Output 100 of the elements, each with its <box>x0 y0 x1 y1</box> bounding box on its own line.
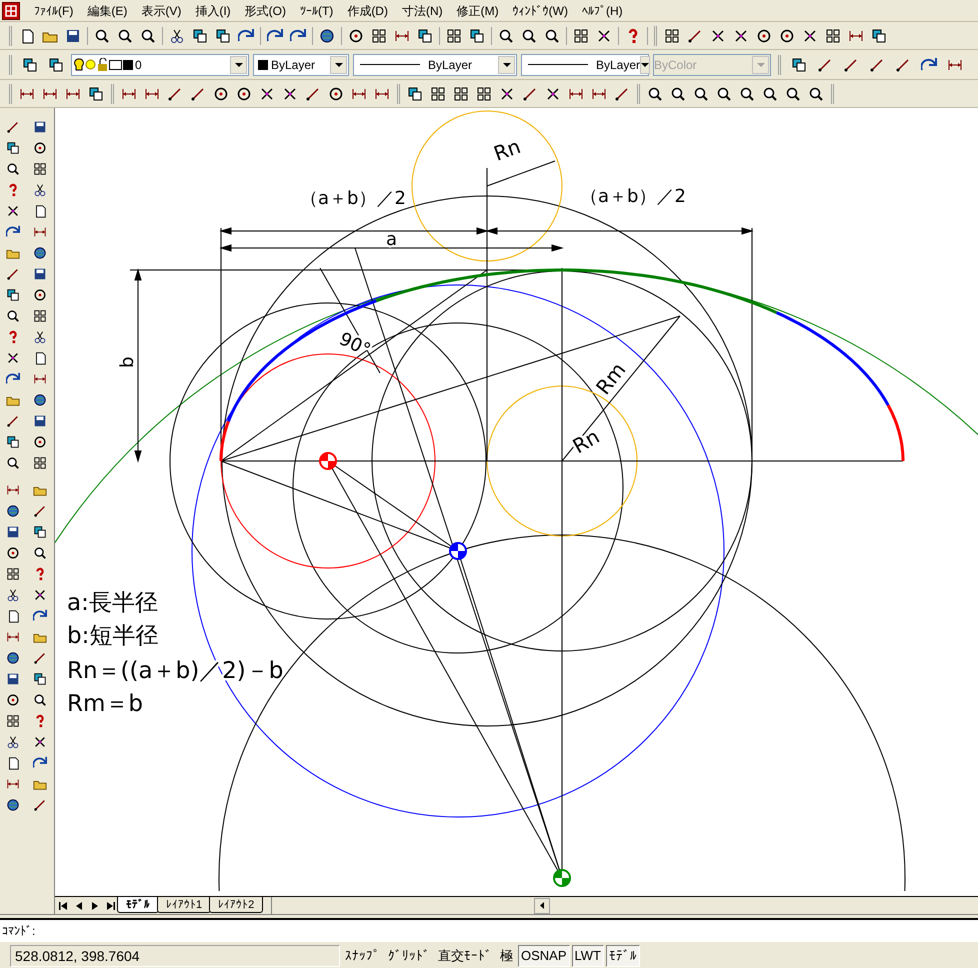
menu-item[interactable]: 表示(V) <box>141 2 182 20</box>
globe-icon <box>319 28 335 44</box>
combo-value: ByLayer <box>428 56 474 74</box>
status-toggle[interactable]: 極 <box>497 945 516 967</box>
menu-item[interactable]: ﾌｧｲﾙ(F) <box>34 2 74 20</box>
line-icon <box>687 28 703 44</box>
status-toggle[interactable]: OSNAP <box>518 945 570 967</box>
cross-icon <box>6 204 20 218</box>
lineweight-dropdown[interactable]: ByLayer <box>521 54 649 76</box>
magnifier-icon <box>670 86 686 102</box>
windows-icon <box>33 524 47 538</box>
arrow-icon <box>6 372 20 386</box>
layout-tab[interactable]: ﾓﾃﾞﾙ <box>117 897 159 913</box>
windows-icon <box>871 28 887 44</box>
magnifier-icon <box>808 86 824 102</box>
windows-icon <box>6 288 20 302</box>
magnifier-icon <box>544 28 560 44</box>
dimension-icon <box>6 630 20 644</box>
cross-icon <box>596 28 612 44</box>
dimension-label: b <box>117 356 138 368</box>
circle-icon <box>213 86 229 102</box>
menu-item[interactable]: 作成(D) <box>347 2 388 20</box>
cross-icon <box>6 350 20 364</box>
circle-icon <box>33 140 47 154</box>
left-arrow-icon <box>540 902 544 909</box>
line-icon <box>817 56 833 72</box>
menu-item[interactable]: 挿入(I) <box>195 2 231 20</box>
magnifier-icon <box>33 546 47 560</box>
magnifier-icon <box>94 28 110 44</box>
menu-item[interactable]: 寸法(N) <box>402 2 443 20</box>
grid-icon <box>33 308 47 322</box>
scroll-left-button[interactable] <box>534 898 550 914</box>
magnifier-icon <box>647 86 663 102</box>
layer-dropdown[interactable]: 0 <box>71 54 249 76</box>
layout-tab[interactable]: ﾚｲｱｳﾄ2 <box>209 897 264 913</box>
arrow-icon <box>267 28 283 44</box>
cross-icon <box>802 28 818 44</box>
magnifier-icon <box>716 86 732 102</box>
radius-label: Rn <box>568 424 604 458</box>
line-icon <box>33 798 47 812</box>
grid-icon <box>6 714 20 728</box>
legend-text: b:短半径 <box>67 623 158 649</box>
line-icon <box>843 56 859 72</box>
magnifier-icon <box>785 86 801 102</box>
status-toggle[interactable]: LWT <box>572 945 604 967</box>
status-toggle[interactable]: ｸﾞﾘｯﾄﾞ <box>385 945 433 967</box>
radius-label: Rn <box>490 134 524 166</box>
status-toggle[interactable]: ﾓﾃﾞﾙ <box>606 945 640 967</box>
layout-tab[interactable]: ﾚｲｱｳﾄ1 <box>157 897 212 913</box>
grid-icon <box>6 566 20 580</box>
globe-icon <box>33 246 47 260</box>
status-toggle[interactable]: 直交ﾓｰﾄﾞ <box>435 945 495 967</box>
dimension-label: 90° <box>336 328 374 362</box>
arrow-icon <box>33 756 47 770</box>
line-icon <box>167 86 183 102</box>
color-dropdown[interactable]: ByLayer <box>253 54 349 76</box>
menu-item[interactable]: 形式(O) <box>244 2 286 20</box>
menu-item[interactable]: ﾍﾙﾌﾟ(H) <box>582 2 623 20</box>
left-arrow-icon <box>76 902 82 910</box>
windows-icon <box>417 28 433 44</box>
combo-value: 0 <box>135 56 143 74</box>
page-icon <box>33 350 47 364</box>
arrow-icon <box>33 608 47 622</box>
line-icon <box>33 650 47 664</box>
dimension-icon <box>6 776 20 790</box>
line-icon <box>33 504 47 518</box>
line-icon <box>190 86 206 102</box>
line-icon <box>305 86 321 102</box>
line-icon <box>6 266 20 280</box>
printer-icon <box>109 60 122 70</box>
grid-icon <box>33 456 47 470</box>
magnifier-icon <box>117 28 133 44</box>
legend-text: Rn＝((a＋b)／2)－b <box>67 658 284 684</box>
grid-icon <box>664 28 680 44</box>
circle-icon <box>328 86 344 102</box>
line-icon <box>895 56 911 72</box>
dimension-label: （a＋b）／2 <box>580 186 686 207</box>
cross-icon <box>282 86 298 102</box>
cross-icon <box>499 86 515 102</box>
command-prompt: ｺﾏﾝﾄﾞ: <box>2 923 36 940</box>
magnifier-icon <box>33 692 47 706</box>
menu-item[interactable]: ﾂｰﾙ(T) <box>300 2 334 20</box>
windows-icon <box>192 28 208 44</box>
globe-icon <box>6 798 20 812</box>
menu-item[interactable]: 編集(E) <box>87 2 128 20</box>
menu-item[interactable]: ｳｨﾝﾄﾞｳ(W) <box>512 2 568 20</box>
arrow-icon <box>290 28 306 44</box>
windows-icon <box>48 56 64 72</box>
center-marker <box>319 452 337 470</box>
menu-item[interactable]: 修正(M) <box>456 2 499 20</box>
dimension-label: （a＋b）／2 <box>300 188 406 209</box>
line-sample <box>360 64 420 65</box>
dimension-label: a <box>386 229 398 250</box>
page-icon <box>6 756 20 770</box>
cross-icon <box>710 28 726 44</box>
status-toggle[interactable]: ｽﾅｯﾌﾟ <box>342 945 383 967</box>
radius-label: Rm <box>591 358 630 400</box>
lightbulb-icon <box>74 58 84 71</box>
grid-icon <box>573 28 589 44</box>
linetype-dropdown[interactable]: ByLayer <box>353 54 517 76</box>
